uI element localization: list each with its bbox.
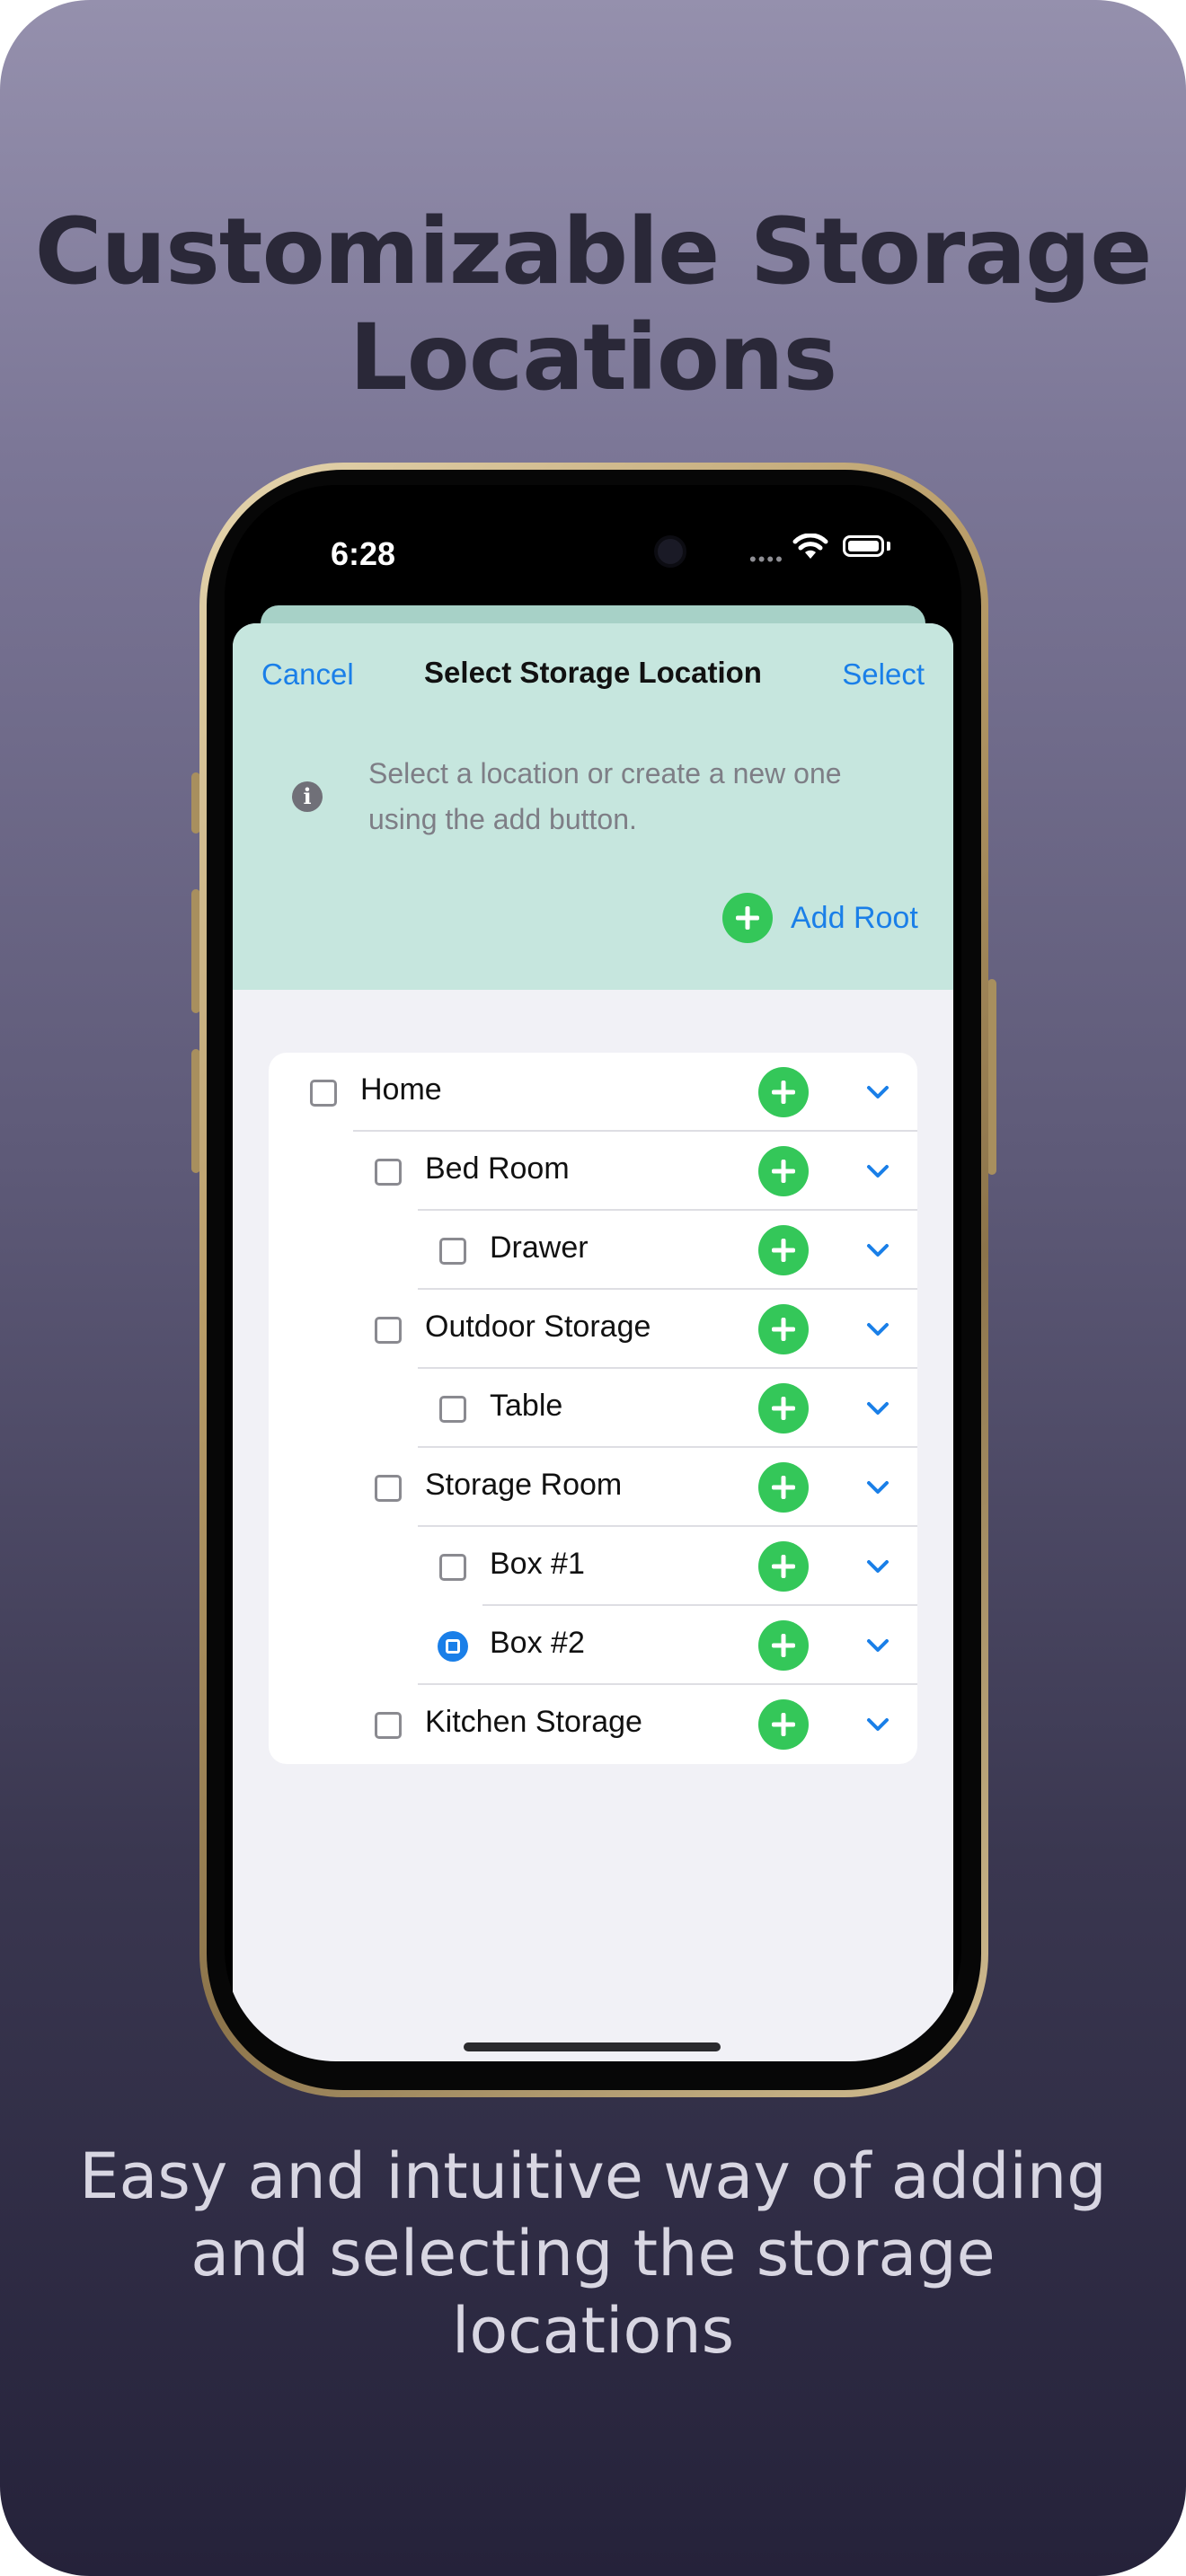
checkbox-icon[interactable] <box>439 1396 466 1423</box>
chevron-down-icon[interactable] <box>862 1550 894 1583</box>
location-label: Table <box>490 1389 563 1423</box>
info-icon: i <box>292 781 323 812</box>
location-label: Bed Room <box>425 1151 570 1186</box>
chevron-down-icon[interactable] <box>862 1234 894 1266</box>
headline-text: Customizable Storage Locations <box>34 198 1153 411</box>
add-child-button[interactable] <box>758 1067 809 1117</box>
add-child-button[interactable] <box>758 1699 809 1750</box>
selected-checkbox-icon[interactable] <box>438 1631 468 1662</box>
location-row[interactable]: Box #2 <box>269 1606 917 1685</box>
location-row[interactable]: Kitchen Storage <box>269 1685 917 1764</box>
power-button <box>987 979 996 1175</box>
front-camera <box>654 535 686 568</box>
promo-subheadline: Easy and intuitive way of adding and sel… <box>54 2138 1132 2369</box>
chevron-down-icon[interactable] <box>862 1708 894 1741</box>
wifi-icon <box>792 534 828 559</box>
add-root-button[interactable]: Add Root <box>722 893 918 943</box>
promo-background: Customizable Storage Locations 6:28 ••••… <box>0 0 1186 2576</box>
promo-headline: Customizable Storage Locations <box>0 199 1186 411</box>
battery-tip <box>887 542 890 551</box>
add-child-button[interactable] <box>758 1304 809 1354</box>
select-button[interactable]: Select <box>842 657 925 692</box>
add-circle-icon <box>722 893 773 943</box>
location-row[interactable]: Bed Room <box>269 1132 917 1211</box>
chevron-down-icon[interactable] <box>862 1629 894 1662</box>
location-label: Storage Room <box>425 1468 623 1502</box>
location-row[interactable]: Storage Room <box>269 1448 917 1527</box>
sheet-header: Cancel Select Storage Location Select i … <box>233 623 953 990</box>
location-row[interactable]: Box #1 <box>269 1527 917 1606</box>
checkbox-icon[interactable] <box>375 1712 402 1739</box>
location-label: Box #1 <box>490 1547 585 1581</box>
cellular-dots-icon: •••• <box>749 548 784 570</box>
add-child-button[interactable] <box>758 1462 809 1513</box>
location-label: Kitchen Storage <box>425 1705 642 1739</box>
location-row[interactable]: Table <box>269 1369 917 1448</box>
status-time: 6:28 <box>331 535 396 572</box>
location-label: Home <box>360 1072 442 1107</box>
location-label: Outdoor Storage <box>425 1310 651 1344</box>
checkbox-icon[interactable] <box>439 1554 466 1581</box>
location-row[interactable]: Drawer <box>269 1211 917 1290</box>
add-child-button[interactable] <box>758 1383 809 1434</box>
checkbox-icon[interactable] <box>375 1475 402 1502</box>
checkbox-icon[interactable] <box>310 1080 337 1107</box>
chevron-down-icon[interactable] <box>862 1392 894 1425</box>
info-text: Select a location or create a new one us… <box>368 757 842 835</box>
phone-screen: 6:28 •••• Cancel Select Storage Location… <box>225 485 961 2061</box>
location-label: Box #2 <box>490 1626 585 1660</box>
chevron-down-icon[interactable] <box>862 1471 894 1504</box>
add-root-label: Add Root <box>791 900 918 935</box>
location-row[interactable]: Outdoor Storage <box>269 1290 917 1369</box>
home-indicator <box>464 2042 721 2051</box>
battery-icon <box>843 535 884 557</box>
add-child-button[interactable] <box>758 1541 809 1592</box>
checkbox-icon[interactable] <box>375 1159 402 1186</box>
location-row[interactable]: Home <box>269 1053 917 1132</box>
chevron-down-icon[interactable] <box>862 1155 894 1187</box>
location-label: Drawer <box>490 1231 589 1265</box>
checkbox-icon[interactable] <box>375 1317 402 1344</box>
add-child-button[interactable] <box>758 1146 809 1196</box>
add-child-button[interactable] <box>758 1620 809 1671</box>
subheadline-text: Easy and intuitive way of adding and sel… <box>79 2139 1107 2368</box>
chevron-down-icon[interactable] <box>862 1313 894 1345</box>
add-child-button[interactable] <box>758 1225 809 1275</box>
chevron-down-icon[interactable] <box>862 1076 894 1108</box>
storage-location-sheet: Cancel Select Storage Location Select i … <box>233 623 953 2061</box>
checkbox-icon[interactable] <box>439 1238 466 1265</box>
location-list: Home Bed Room Drawer Outdoor Storage Table St… <box>269 1053 917 1764</box>
